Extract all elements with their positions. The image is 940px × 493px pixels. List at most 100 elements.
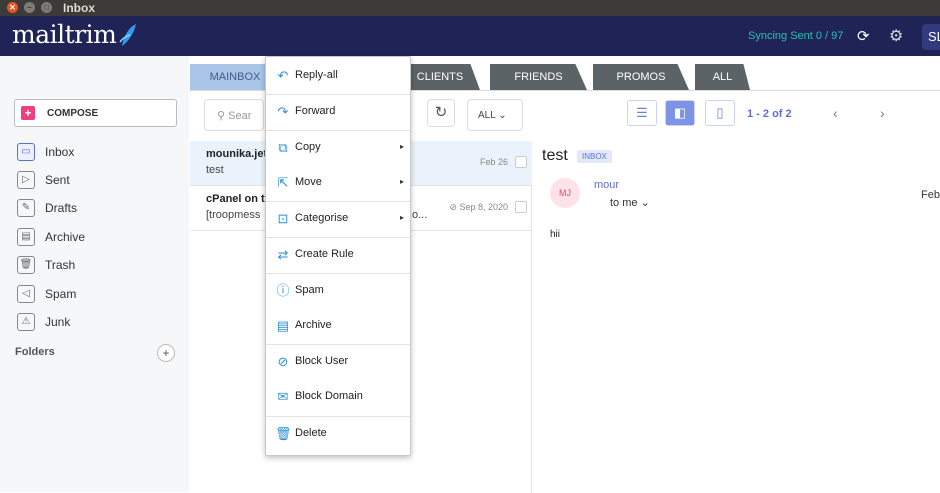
submenu-arrow-icon: ▸: [399, 177, 404, 186]
create-rule-icon: ⇄: [277, 247, 289, 262]
sidebar-item-label: Inbox: [45, 145, 75, 159]
sidebar-item-label: Trash: [45, 258, 76, 272]
menu-item-block-user[interactable]: ⊘ Block User: [266, 345, 410, 379]
reply-all-icon: ↶: [277, 68, 289, 83]
filter-select[interactable]: ALL ⌄: [467, 99, 523, 131]
sidebar-item-label: Junk: [45, 315, 71, 329]
sidebar-item-drafts[interactable]: ✎ Drafts: [17, 198, 187, 220]
sidebar-item-spam[interactable]: ◁ Spam: [17, 284, 187, 306]
forward-icon: ↷: [277, 104, 289, 119]
folders-heading: Folders: [15, 346, 55, 358]
tab-all[interactable]: ALL: [695, 64, 750, 90]
mail-sender: mounika.jet: [206, 148, 268, 160]
column-view-icon: ▯: [716, 105, 724, 120]
sidebar-item-label: Sent: [45, 173, 70, 187]
menu-item-block-domain[interactable]: ✉ Block Domain: [266, 380, 410, 414]
menu-item-label: Forward: [295, 105, 336, 117]
menu-item-label: Reply-all: [295, 69, 338, 81]
compose-button[interactable]: + COMPOSE: [14, 99, 177, 127]
menu-item-label: Archive: [295, 319, 332, 331]
sidebar-item-label: Drafts: [45, 201, 78, 215]
menu-item-label: Categorise: [295, 212, 349, 224]
mail-subject: [troopmess: [206, 209, 261, 221]
add-folder-button[interactable]: +: [157, 344, 175, 362]
sidebar-item-archive[interactable]: ▤ Archive: [17, 227, 187, 249]
logo-feather-icon: [119, 24, 136, 46]
menu-item-label: Move: [295, 176, 322, 188]
sender-avatar: MJ: [550, 178, 580, 208]
window-title: Inbox: [63, 1, 95, 15]
menu-item-label: Create Rule: [295, 248, 354, 260]
mail-checkbox[interactable]: [515, 156, 527, 168]
refresh-icon: ↻: [434, 104, 448, 121]
menu-item-label: Block User: [295, 355, 349, 367]
inbox-icon: ▭: [17, 143, 35, 161]
sidebar-item-sent[interactable]: ▷ Sent: [17, 170, 187, 192]
filter-value: ALL: [478, 110, 496, 121]
spam-icon: ⓘ: [276, 283, 290, 298]
compose-label: COMPOSE: [47, 108, 99, 119]
menu-item-copy[interactable]: ⧉ Copy ▸: [266, 131, 410, 165]
sync-icon[interactable]: ⟳: [857, 27, 870, 45]
sidebar-item-inbox[interactable]: ▭ Inbox: [17, 142, 187, 164]
search-input[interactable]: ⚲ Sear: [204, 99, 264, 131]
mail-sender: cPanel on t: [206, 193, 265, 205]
mail-checkbox[interactable]: [515, 201, 527, 213]
sync-status: Syncing Sent 0 / 97: [748, 30, 844, 42]
copy-icon: ⧉: [278, 140, 288, 155]
menu-item-delete[interactable]: 🗑 Delete: [266, 417, 410, 451]
split-view-button[interactable]: ◧: [665, 100, 695, 126]
mail-date-text: Sep 8, 2020: [459, 202, 508, 212]
gear-icon[interactable]: ⚙: [889, 26, 903, 46]
menu-item-spam[interactable]: ⓘ Spam: [266, 274, 410, 308]
menu-item-move[interactable]: ⇱ Move ▸: [266, 166, 410, 200]
search-placeholder: Sear: [228, 110, 252, 122]
junk-icon: ⚠: [17, 313, 35, 331]
message-sender[interactable]: mour: [594, 179, 619, 191]
sidebar-item-trash[interactable]: 🗑 Trash: [17, 255, 187, 277]
categorise-icon: ⊡: [277, 211, 289, 226]
prev-page-button[interactable]: ‹: [833, 105, 838, 121]
tab-friends[interactable]: FRIENDS: [490, 64, 587, 90]
mail-subject: test: [206, 164, 224, 176]
menu-item-label: Block Domain: [295, 390, 363, 402]
spam-icon: ◁: [17, 285, 35, 303]
reading-pane: test INBOX MJ mour to me ⌄ Feb hii: [532, 141, 940, 493]
list-view-icon: ☰: [636, 105, 648, 120]
message-folder-badge: INBOX: [577, 150, 612, 163]
menu-item-archive[interactable]: ▤ Archive: [266, 309, 410, 343]
window-minimize-button[interactable]: –: [24, 2, 35, 13]
mail-snippet: o...: [412, 209, 428, 221]
column-view-button[interactable]: ▯: [705, 100, 735, 126]
chevron-down-icon: ⌄: [640, 197, 650, 209]
archive-icon: ▤: [276, 318, 290, 333]
window-close-button[interactable]: ✕: [7, 2, 18, 13]
submenu-arrow-icon: ▸: [399, 142, 404, 151]
menu-item-forward[interactable]: ↷ Forward: [266, 95, 410, 129]
recipient-label: to me: [610, 197, 638, 209]
context-menu: ↶ Reply-all ↷ Forward ⧉ Copy ▸ ⇱ Move ▸ ⊡ Categ…: [265, 56, 411, 456]
menu-item-label: Spam: [295, 284, 324, 296]
app-header: mailtrim Syncing Sent 0 / 97 ⟳ ⚙ SL: [0, 16, 940, 56]
sidebar-item-label: Archive: [45, 230, 86, 244]
app-logo: mailtrim: [12, 20, 117, 49]
submenu-arrow-icon: ▸: [399, 213, 404, 222]
sidebar-item-junk[interactable]: ⚠ Junk: [17, 312, 187, 334]
tab-clients[interactable]: CLIENTS: [400, 64, 480, 90]
next-page-button[interactable]: ›: [880, 105, 885, 121]
user-avatar[interactable]: SL: [922, 24, 940, 50]
list-view-button[interactable]: ☰: [627, 100, 657, 126]
menu-item-categorise[interactable]: ⊡ Categorise ▸: [266, 202, 410, 236]
window-maximize-button[interactable]: □: [41, 2, 52, 13]
message-subject: test: [542, 147, 568, 164]
refresh-button[interactable]: ↻: [427, 99, 455, 127]
message-recipient[interactable]: to me ⌄: [610, 196, 650, 209]
tab-promos[interactable]: PROMOS: [593, 64, 689, 90]
message-date: Feb: [921, 189, 940, 201]
trash-icon: 🗑: [17, 256, 35, 274]
menu-item-reply-all[interactable]: ↶ Reply-all: [266, 59, 410, 93]
plus-icon: +: [21, 106, 35, 120]
pager-text: 1 - 2 of 2: [747, 108, 792, 120]
drafts-icon: ✎: [17, 199, 35, 217]
menu-item-create-rule[interactable]: ⇄ Create Rule: [266, 238, 410, 272]
